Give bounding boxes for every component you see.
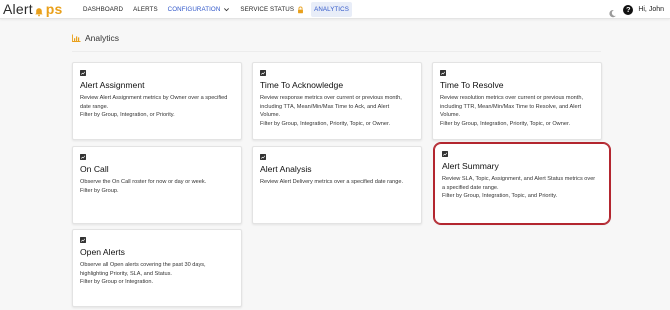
nav-service-status[interactable]: SERVICE STATUS (237, 2, 307, 17)
bell-icon (34, 4, 44, 17)
card-description: Review resolution metrics over current o… (440, 95, 584, 127)
card-description: Review Alert Delivery metrics over a spe… (260, 179, 404, 185)
user-greeting[interactable]: Hi, John (638, 6, 664, 13)
main-nav: DASHBOARD ALERTS CONFIGURATION SERVICE S… (80, 0, 356, 19)
bar-chart-icon (72, 34, 81, 42)
chart-icon (80, 154, 86, 160)
page-title: Analytics (72, 33, 119, 43)
card-title: Time To Resolve (440, 80, 504, 90)
nav-configuration[interactable]: CONFIGURATION (165, 2, 234, 17)
brand-logo[interactable]: Alert ps (3, 1, 63, 17)
card-description: Review Alert Assignment metrics by Owner… (80, 95, 228, 119)
brand-text-ops: ps (45, 1, 63, 17)
nav-analytics[interactable]: ANALYTICS (311, 2, 352, 17)
card-description: Review SLA, Topic, Assignment, and Alert… (442, 176, 596, 200)
card-open-alerts[interactable]: Open Alerts Observe all Open alerts cove… (72, 229, 242, 307)
card-on-call[interactable]: On Call Observe the On Call roster for n… (72, 146, 242, 224)
card-description: Observe all Open alerts covering the pas… (80, 262, 206, 286)
card-time-to-acknowledge[interactable]: Time To Acknowledge Review response metr… (252, 62, 422, 140)
card-title: Alert Assignment (80, 80, 145, 90)
top-navbar: Alert ps DASHBOARD ALERTS CONFIGURATION … (0, 0, 670, 19)
card-time-to-resolve[interactable]: Time To Resolve Review resolution metric… (432, 62, 602, 140)
moon-icon[interactable] (608, 5, 617, 18)
card-description: Review response metrics over current or … (260, 95, 402, 127)
user-area: ? Hi, John (608, 2, 664, 18)
chart-icon (260, 154, 266, 160)
section-title: Analytics (85, 33, 120, 43)
nav-configuration-label: CONFIGURATION (167, 6, 221, 13)
chart-icon (442, 151, 448, 157)
card-alert-assignment[interactable]: Alert Assignment Review Alert Assignment… (72, 62, 242, 140)
card-title: On Call (80, 164, 109, 174)
nav-alerts[interactable]: ALERTS (130, 2, 161, 17)
lock-icon (297, 6, 304, 14)
card-title: Open Alerts (80, 247, 125, 257)
card-alert-summary[interactable]: Alert Summary Review SLA, Topic, Assignm… (433, 142, 611, 225)
card-alert-analysis[interactable]: Alert Analysis Review Alert Delivery met… (252, 146, 422, 224)
card-title: Time To Acknowledge (260, 80, 344, 90)
chart-icon (260, 70, 266, 76)
chart-icon (440, 70, 446, 76)
chart-icon (80, 70, 86, 76)
card-title: Alert Analysis (260, 164, 312, 174)
divider (72, 51, 601, 52)
card-description: Observe the On Call roster for now or da… (80, 179, 207, 194)
nav-dashboard[interactable]: DASHBOARD (80, 2, 126, 17)
chevron-down-icon (223, 6, 230, 13)
brand-text-alert: Alert (3, 1, 33, 17)
help-icon[interactable]: ? (623, 4, 634, 15)
card-title: Alert Summary (442, 161, 499, 171)
nav-service-status-label: SERVICE STATUS (240, 6, 295, 13)
chart-icon (80, 237, 86, 243)
